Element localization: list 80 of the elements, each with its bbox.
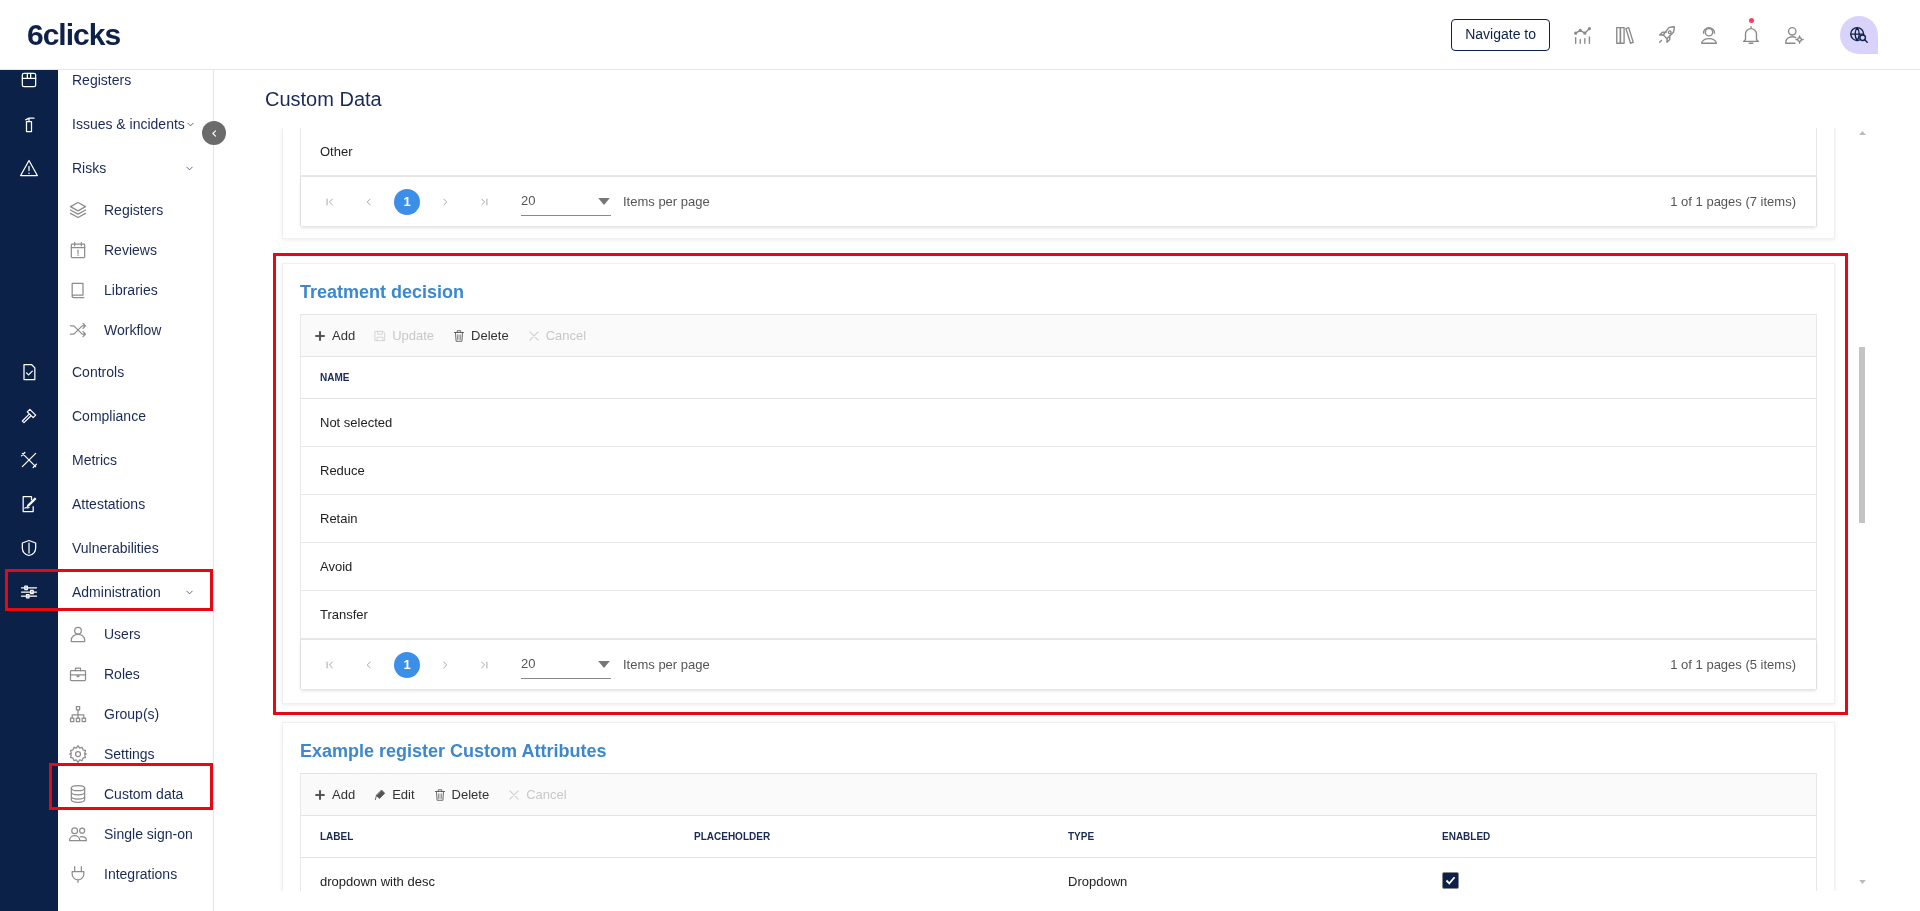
sidebar-item[interactable]: Single sign-on	[58, 814, 199, 854]
assistant-button[interactable]	[1840, 15, 1878, 54]
database-icon	[68, 784, 88, 804]
users-icon	[68, 824, 88, 844]
sidebar-item[interactable]: Custom data	[58, 774, 199, 814]
column-header: PLACEHOLDER	[694, 830, 772, 844]
sidebar-item[interactable]: Controls	[58, 350, 199, 394]
logo[interactable]: 6clicks	[27, 12, 121, 57]
plus-icon	[313, 328, 327, 343]
column-header: LABEL	[320, 830, 355, 844]
calendar-icon	[68, 240, 88, 260]
section-title: Treatment decision	[300, 281, 466, 304]
plus-icon	[313, 787, 327, 802]
sidebar-item[interactable]: Registers	[58, 190, 199, 230]
page-size-dropdown[interactable]: 20	[521, 650, 611, 679]
checkbox[interactable]	[1442, 871, 1459, 889]
sidebar-item[interactable]: Group(s)	[58, 694, 199, 734]
table-cell-text: Dropdown	[1068, 872, 1129, 891]
shuffle-icon	[68, 320, 88, 340]
page-size-label: Items per page	[623, 192, 710, 211]
rocket-icon[interactable]	[1656, 23, 1678, 46]
table-cell-text: Other	[320, 142, 354, 161]
sidebar-item[interactable]: Workflow	[58, 310, 199, 350]
scroll-thumb[interactable]	[1859, 347, 1865, 523]
bell-icon[interactable]	[1740, 23, 1762, 46]
sidebar-item[interactable]: Vulnerabilities	[58, 526, 199, 570]
tools-icon[interactable]	[19, 450, 39, 470]
sidebar-item[interactable]: Administration	[58, 570, 199, 614]
sidebar-item[interactable]: Reviews	[58, 230, 199, 270]
close-icon	[526, 328, 541, 343]
table-cell-text: Transfer	[320, 605, 369, 624]
sidebar-item[interactable]: Libraries	[58, 270, 199, 310]
collapse-button[interactable]	[202, 121, 226, 145]
user-icon	[68, 624, 88, 644]
scroll-down-icon[interactable]	[1859, 880, 1866, 884]
toolbar-button[interactable]: Add	[313, 784, 356, 805]
gear-icon	[68, 744, 88, 764]
page-size-dropdown[interactable]: 20	[521, 187, 611, 216]
sidebar-item[interactable]: Integrations	[58, 854, 199, 894]
sidebar-item[interactable]: Issues & incidents	[58, 102, 200, 146]
caret-icon	[598, 660, 610, 668]
caret-icon	[598, 197, 610, 205]
page-title: Custom Data	[265, 87, 382, 112]
column-header: NAME	[320, 371, 351, 385]
table-cell-text: Reduce	[320, 461, 366, 480]
table-cell-text: Avoid	[320, 557, 354, 576]
package-icon[interactable]	[19, 70, 39, 90]
sidebar-item[interactable]: Compliance	[58, 394, 199, 438]
close-icon	[507, 787, 522, 802]
warning-icon[interactable]	[19, 158, 39, 178]
column-header: ENABLED	[1442, 830, 1492, 844]
scroll-up-icon[interactable]	[1859, 131, 1866, 135]
sidebar-item[interactable]: Risks	[58, 146, 199, 190]
layers-icon	[68, 200, 88, 220]
navigate-button[interactable]: Navigate to	[1451, 18, 1550, 51]
sidebar-item[interactable]: Registers	[58, 70, 199, 102]
page-size-label: Items per page	[623, 655, 710, 674]
toolbar-button[interactable]: Edit	[373, 784, 415, 805]
column-header: TYPE	[1068, 830, 1096, 844]
pencil-icon	[373, 787, 388, 802]
shield-icon[interactable]	[19, 538, 39, 558]
toolbar-button[interactable]: Delete	[432, 784, 490, 805]
pager-summary: 1 of 1 pages (5 items)	[1670, 655, 1796, 674]
toolbar-button[interactable]: Delete	[452, 325, 509, 346]
section-title: Example register Custom Attributes	[300, 740, 608, 763]
save-icon	[373, 328, 388, 343]
sidebar-item[interactable]: Settings	[58, 734, 199, 774]
trash-icon	[432, 787, 447, 802]
sidebar-item[interactable]: Metrics	[58, 438, 199, 482]
table-cell-text: Not selected	[320, 413, 394, 432]
trash-icon	[452, 328, 467, 343]
table-cell-text: Retain	[320, 509, 359, 528]
hammer-icon[interactable]	[19, 406, 39, 426]
sidebar-item[interactable]: Roles	[58, 654, 199, 694]
sidebar-item[interactable]: Attestations	[58, 482, 199, 526]
table-cell-text: dropdown with desc	[320, 872, 436, 891]
pager-summary: 1 of 1 pages (7 items)	[1670, 192, 1796, 211]
sidebar-item[interactable]: Users	[58, 614, 199, 654]
toolbar-button[interactable]: Add	[313, 325, 356, 346]
sitemap-icon	[68, 704, 88, 724]
